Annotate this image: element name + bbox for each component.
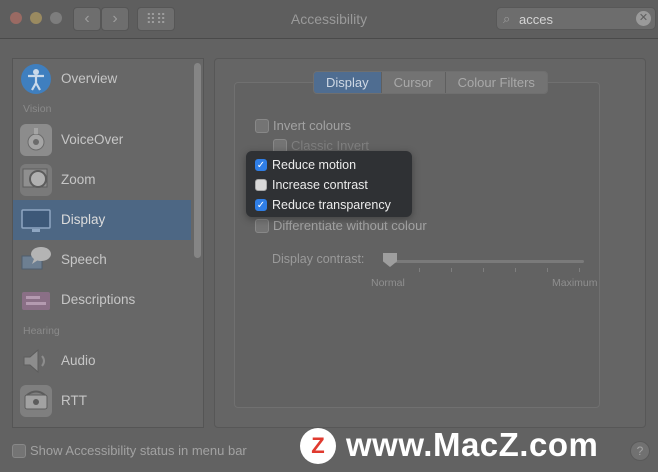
sidebar-item-speech[interactable]: Speech (13, 240, 191, 280)
sidebar-item-display[interactable]: Display (13, 200, 191, 240)
invert-colours-checkbox[interactable] (255, 119, 269, 133)
slider-tick (547, 268, 548, 272)
slider-tick (451, 268, 452, 272)
voiceover-icon (20, 124, 52, 156)
slider-max-label: Maximum (552, 277, 598, 289)
highlight-popup: ✓ Reduce motion Increase contrast ✓ Redu… (246, 151, 412, 217)
differentiate-checkbox[interactable] (255, 219, 269, 233)
reduce-transparency-checkbox[interactable]: ✓ (255, 199, 267, 211)
reduce-motion-checkbox[interactable]: ✓ (255, 159, 267, 171)
clear-search-icon[interactable]: ✕ (636, 11, 651, 26)
watermark-logo: Z (300, 428, 336, 464)
watermark-text: www.MacZ.com (346, 426, 599, 463)
speech-icon (20, 244, 52, 276)
zoom-icon (20, 164, 52, 196)
sidebar-item-descriptions[interactable]: Descriptions (13, 280, 191, 320)
sidebar-item-label: Zoom (61, 172, 96, 187)
search-icon: ⌕ (503, 11, 511, 26)
sidebar-item-label: Overview (61, 71, 118, 86)
invert-colours-label: Invert colours (273, 118, 352, 133)
slider-min-label: Normal (371, 277, 405, 289)
tab-display[interactable]: Display (314, 72, 381, 93)
differentiate-label: Differentiate without colour (273, 218, 427, 233)
sidebar-item-rtt[interactable]: RTT (13, 381, 191, 421)
increase-contrast-checkbox[interactable] (255, 179, 267, 191)
help-button[interactable]: ? (630, 441, 650, 461)
increase-contrast-label: Increase contrast (272, 178, 368, 192)
section-vision: Vision (23, 103, 52, 115)
sidebar: Overview Vision VoiceOver Zoom Display S… (12, 58, 204, 428)
status-bar-checkbox[interactable] (12, 444, 26, 458)
sidebar-item-label: VoiceOver (61, 132, 124, 147)
rtt-icon (20, 385, 52, 417)
display-contrast-slider[interactable] (388, 260, 584, 263)
reduce-motion-label: Reduce motion (272, 158, 357, 172)
sidebar-item-label: Descriptions (61, 292, 136, 307)
reduce-transparency-label: Reduce transparency (272, 198, 391, 212)
sidebar-item-label: RTT (61, 393, 87, 408)
display-icon (20, 204, 52, 236)
section-hearing: Hearing (23, 325, 60, 337)
sidebar-item-voiceover[interactable]: VoiceOver (13, 120, 191, 160)
sidebar-item-zoom[interactable]: Zoom (13, 160, 191, 200)
slider-tick (515, 268, 516, 272)
sidebar-scrollbar[interactable] (194, 63, 201, 258)
sidebar-item-label: Speech (61, 252, 107, 267)
title-bar: ‹ › ⠿⠿ Accessibility ⌕ acces ✕ (0, 0, 658, 39)
sidebar-item-label: Audio (61, 353, 96, 368)
tab-bar: Display Cursor Colour Filters (313, 71, 548, 94)
status-bar-label: Show Accessibility status in menu bar (30, 443, 247, 458)
tab-cursor[interactable]: Cursor (380, 72, 445, 93)
slider-tick (419, 268, 420, 272)
display-contrast-label: Display contrast: (272, 252, 365, 266)
speaker-icon (20, 345, 52, 377)
search-input[interactable]: acces (519, 12, 553, 27)
sidebar-item-overview[interactable]: Overview (13, 59, 191, 99)
slider-tick (579, 268, 580, 272)
sidebar-item-audio[interactable]: Audio (13, 341, 191, 381)
tab-colour-filters[interactable]: Colour Filters (444, 72, 547, 93)
slider-tick (483, 268, 484, 272)
sidebar-item-label: Display (61, 212, 106, 227)
watermark-badge-letter: Z (311, 433, 325, 458)
search-field[interactable]: ⌕ acces ✕ (496, 7, 656, 30)
descriptions-icon (20, 284, 52, 316)
accessibility-icon (21, 64, 51, 94)
